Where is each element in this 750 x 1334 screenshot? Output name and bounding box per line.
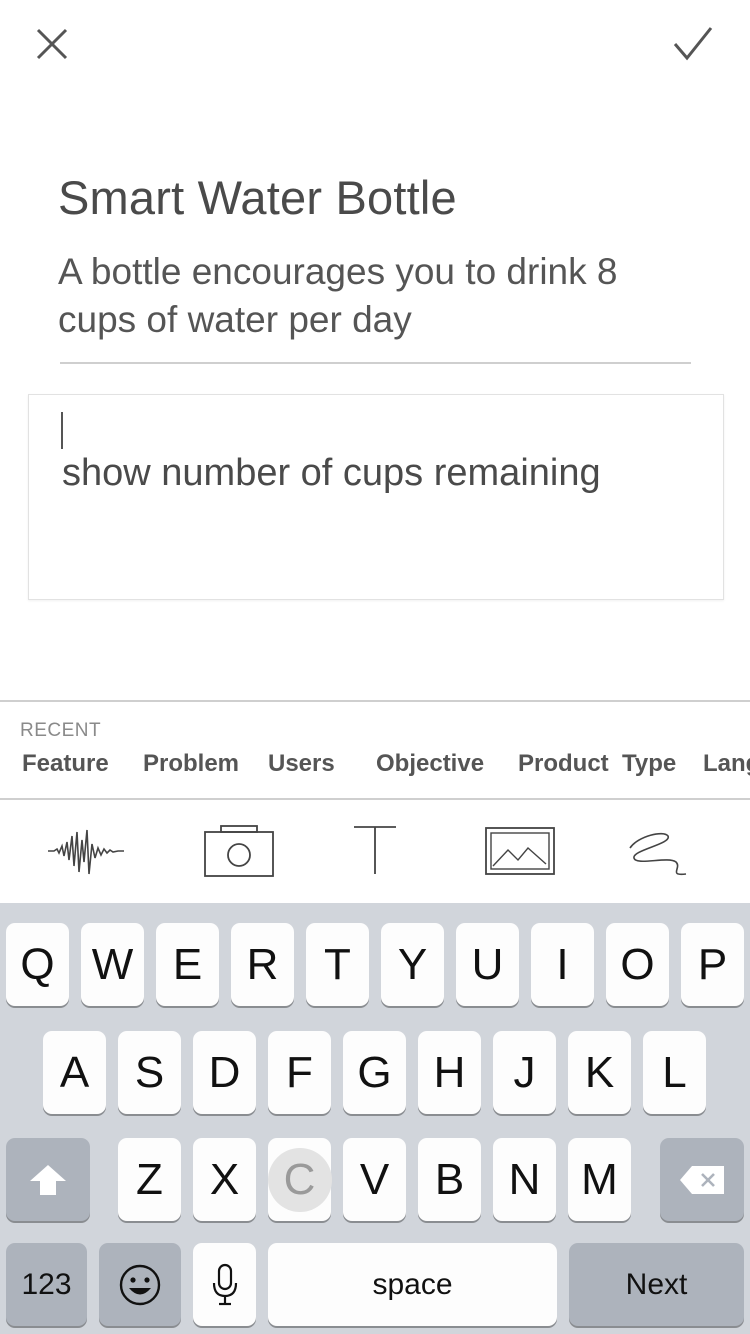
shift-arrow-icon: [30, 1164, 66, 1195]
keyboard: Q W E R T Y U I O P A S D F G H J K L Z …: [0, 903, 750, 1334]
emoji-icon: [119, 1264, 161, 1305]
recent-tags: Feature Problem Users Objective Product …: [0, 750, 750, 786]
checkmark-icon: [673, 27, 713, 61]
dictation-key[interactable]: [193, 1243, 256, 1326]
key-h[interactable]: H: [418, 1031, 481, 1114]
key-s[interactable]: S: [118, 1031, 181, 1114]
key-l[interactable]: L: [643, 1031, 706, 1114]
space-key[interactable]: space: [268, 1243, 557, 1326]
backspace-icon: [680, 1165, 724, 1194]
key-b[interactable]: B: [418, 1138, 481, 1221]
camera-icon: [204, 825, 274, 877]
confirm-button[interactable]: [665, 22, 725, 66]
idea-title[interactable]: Smart Water Bottle: [58, 170, 457, 225]
audio-tool-button[interactable]: [46, 822, 126, 880]
close-icon: [36, 28, 68, 60]
key-p[interactable]: P: [681, 923, 744, 1006]
close-button[interactable]: [22, 22, 82, 66]
key-e[interactable]: E: [156, 923, 219, 1006]
key-k[interactable]: K: [568, 1031, 631, 1114]
backspace-key[interactable]: [660, 1138, 744, 1221]
key-y[interactable]: Y: [381, 923, 444, 1006]
camera-tool-button[interactable]: [203, 822, 275, 880]
key-u[interactable]: U: [456, 923, 519, 1006]
key-n[interactable]: N: [493, 1138, 556, 1221]
key-v[interactable]: V: [343, 1138, 406, 1221]
text-icon: [354, 826, 396, 874]
key-q[interactable]: Q: [6, 923, 69, 1006]
image-icon: [485, 827, 555, 875]
sketch-tool-button[interactable]: [624, 822, 690, 880]
key-z[interactable]: Z: [118, 1138, 181, 1221]
key-w[interactable]: W: [81, 923, 144, 1006]
text-tool-button[interactable]: [352, 822, 398, 880]
tag-problem[interactable]: Problem: [143, 750, 239, 778]
idea-description[interactable]: A bottle encourages you to drink 8 cups …: [58, 248, 698, 344]
key-f[interactable]: F: [268, 1031, 331, 1114]
tag-language[interactable]: Lang: [703, 750, 750, 778]
shift-key[interactable]: [6, 1138, 90, 1221]
divider: [60, 362, 691, 364]
note-text[interactable]: show number of cups remaining: [62, 452, 601, 495]
key-j[interactable]: J: [493, 1031, 556, 1114]
tag-users[interactable]: Users: [268, 750, 335, 778]
note-input-box[interactable]: [28, 394, 724, 600]
microphone-icon: [212, 1263, 237, 1305]
tag-objective[interactable]: Objective: [376, 750, 484, 778]
key-x[interactable]: X: [193, 1138, 256, 1221]
key-c[interactable]: C: [267, 1138, 332, 1221]
key-d[interactable]: D: [193, 1031, 256, 1114]
key-a[interactable]: A: [43, 1031, 106, 1114]
key-o[interactable]: O: [606, 923, 669, 1006]
text-cursor: [61, 412, 63, 449]
key-m[interactable]: M: [568, 1138, 631, 1221]
divider: [0, 700, 750, 702]
key-r[interactable]: R: [231, 923, 294, 1006]
tag-feature[interactable]: Feature: [22, 750, 109, 778]
numbers-key[interactable]: 123: [6, 1243, 87, 1326]
audio-waveform-icon: [48, 829, 124, 875]
tag-product-type[interactable]: Product Type: [518, 750, 676, 778]
key-t[interactable]: T: [306, 923, 369, 1006]
sketch-icon: [629, 832, 687, 876]
key-i[interactable]: I: [531, 923, 594, 1006]
recent-heading: RECENT: [20, 720, 102, 741]
key-g[interactable]: G: [343, 1031, 406, 1114]
image-tool-button[interactable]: [484, 822, 556, 880]
divider: [0, 798, 750, 800]
next-key[interactable]: Next: [569, 1243, 744, 1326]
emoji-key[interactable]: [99, 1243, 181, 1326]
